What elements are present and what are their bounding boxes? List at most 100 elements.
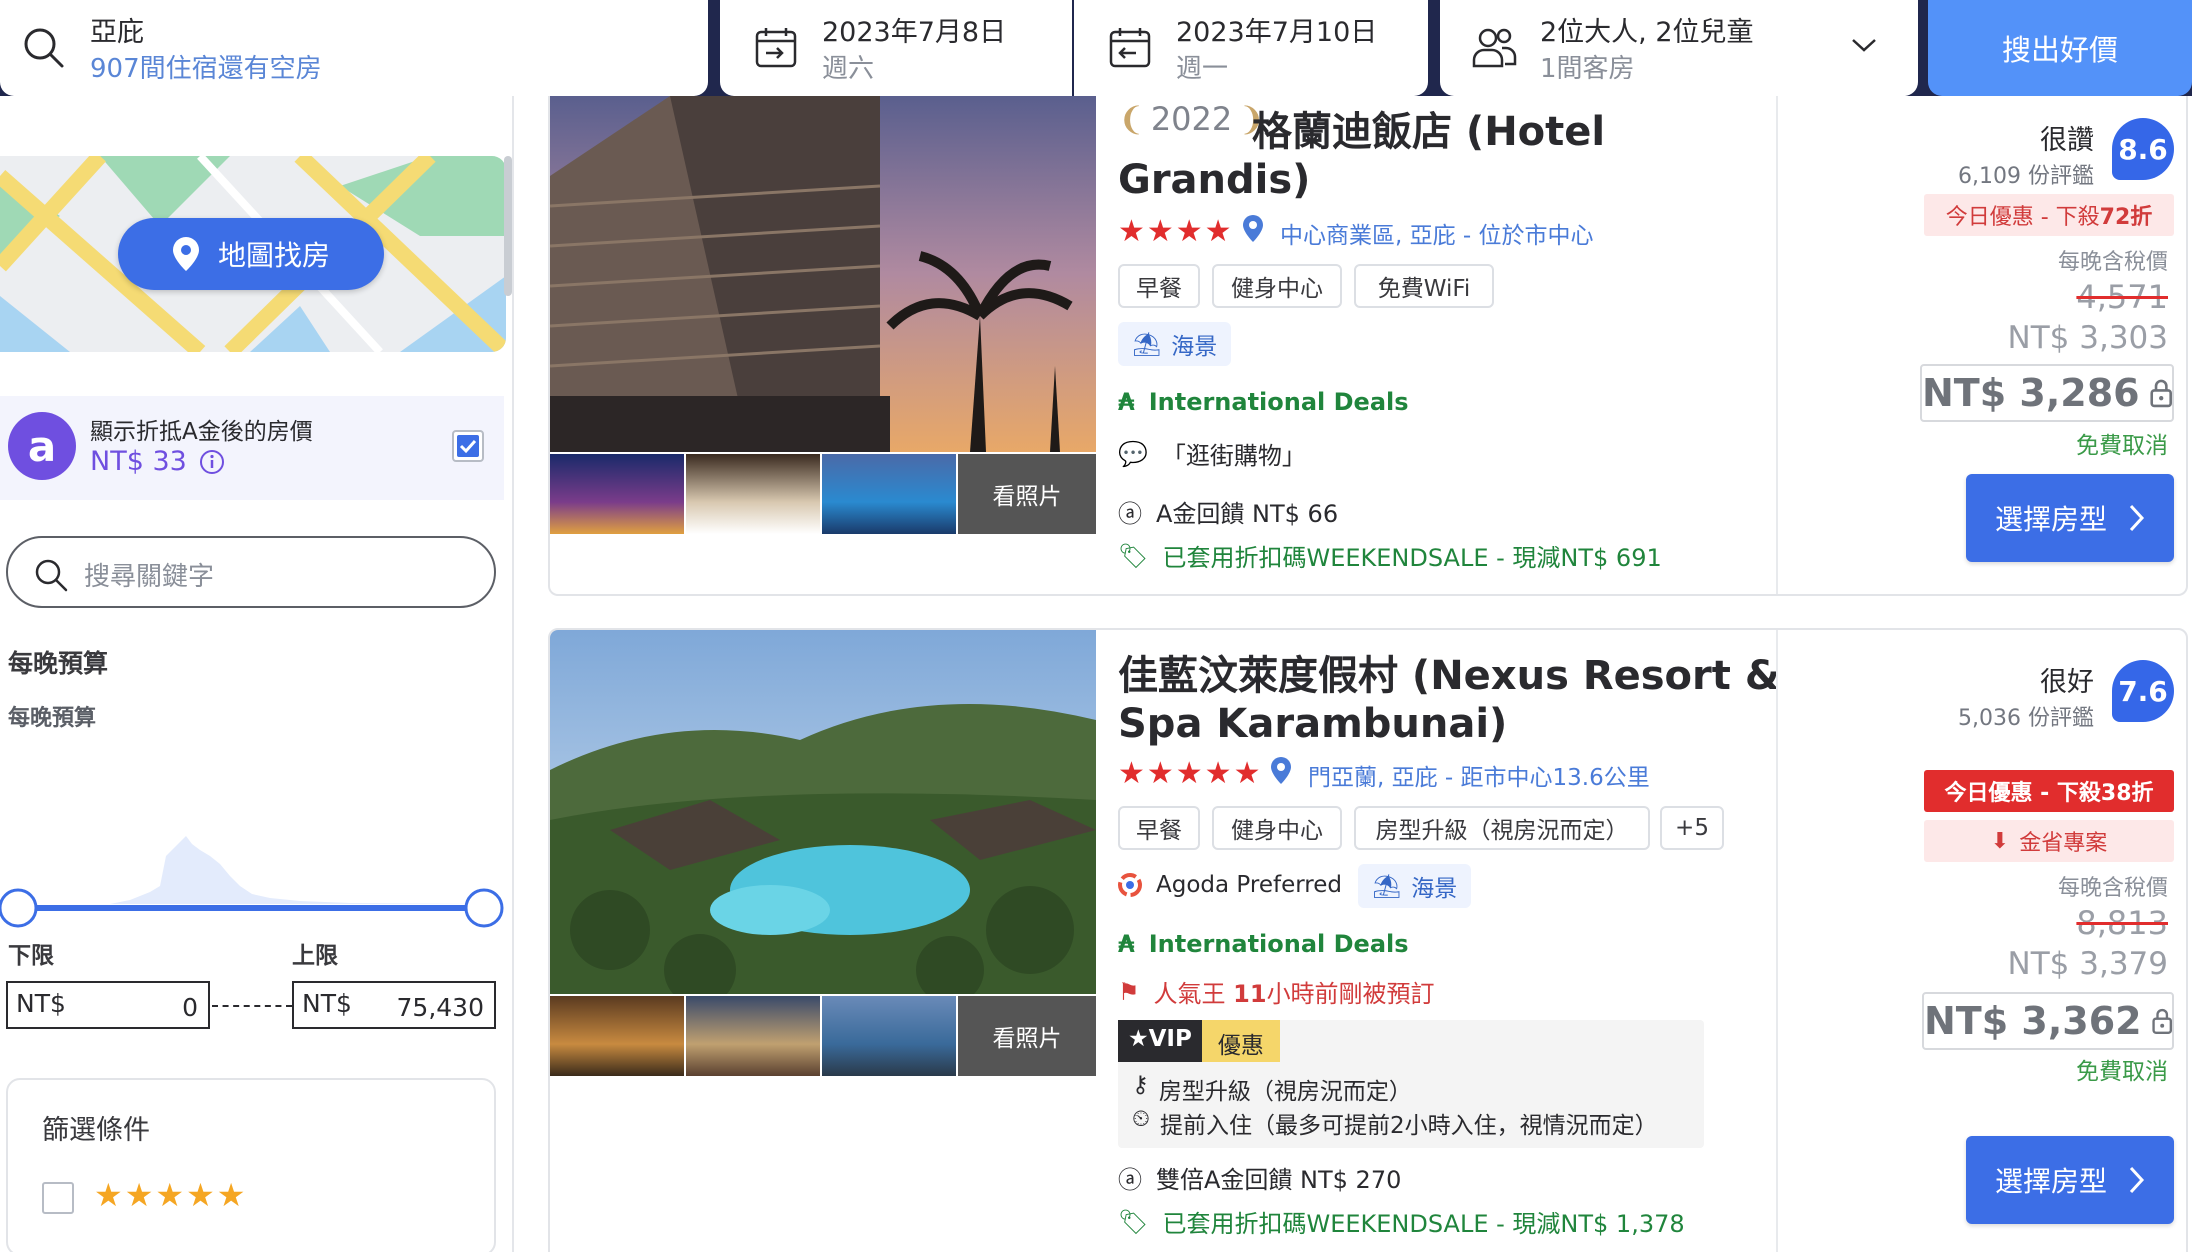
vip-perk2-text: 提前入住（最多可提前2小時入住，視情況而定） [1159, 1113, 1658, 1139]
coupon-tag-icon: 🏷 [1118, 1207, 1149, 1236]
budget-min-label: 下限 [8, 943, 54, 969]
destination-value: 亞庇 [90, 17, 144, 48]
deal-percent: 72折 [2099, 205, 2153, 230]
award-year: 2022 [1150, 100, 1233, 138]
vip-text: VIP [1148, 1026, 1192, 1052]
cashback-row: ⓐ 雙倍A金回饋 NT$ 270 [1118, 1160, 1401, 1195]
seaview-label: 海景 [1411, 876, 1458, 902]
search-icon [24, 28, 64, 68]
view-photos-button[interactable]: 看照片 [958, 454, 1096, 534]
coupon-text: 已套用折扣碼WEEKENDSALE - 現減NT$ 1,378 [1162, 1210, 1685, 1238]
star-rating: ★★★★★ [1118, 756, 1263, 791]
rating-word: 很讚 [2040, 125, 2094, 156]
destination-field[interactable]: 亞庇 907間住宿還有空房 [0, 0, 708, 96]
intl-deals-row: ₳ International Deals [1118, 388, 1409, 416]
hotel-location[interactable]: 門亞蘭, 亞庇 - 距市中心13.6公里 [1308, 758, 1650, 792]
vip-perk-1: ⚷ 房型升級（視房況而定） [1132, 1072, 1412, 1106]
popular-text: 人氣王 11小時前剛被預訂 [1154, 974, 1435, 1009]
seaview-badge: ⛱ 海景 [1358, 864, 1472, 908]
budget-subtitle: 每晚預算 [8, 706, 97, 731]
final-price-box: NT$ 3,286 [1920, 364, 2174, 422]
hotel-main-photo[interactable] [550, 96, 1096, 452]
info-icon[interactable] [199, 449, 225, 475]
hotel-thumb-1[interactable] [550, 996, 684, 1076]
down-arrow-icon: ⬇ [1990, 828, 2010, 854]
savings-label: 金省專案 [2019, 831, 2108, 856]
five-star-checkbox[interactable] [42, 1182, 74, 1214]
min-currency: NT$ [16, 989, 66, 1018]
hotel-name-line1[interactable]: 格蘭迪飯店 (Hotel [1252, 108, 1605, 156]
checkout-day: 週一 [1176, 54, 1229, 84]
hotel-name-line2[interactable]: Grandis) [1118, 156, 1310, 204]
keyword-search-input[interactable]: 搜尋關鍵字 [6, 536, 496, 608]
review-count[interactable]: 5,036 份評鑑 [1874, 700, 2094, 732]
hotel-thumb-3[interactable] [822, 454, 956, 534]
filter-sidebar: 地圖找房 a 顯示折抵A金後的房價 NT$ 33 搜尋關鍵字 每晚預算 每晚預算… [0, 96, 514, 1252]
calendar-checkin-icon [755, 28, 797, 68]
final-price: NT$ 3,286 [1922, 371, 2140, 415]
hotel-thumb-2[interactable] [686, 454, 820, 534]
hotel-card-grandis[interactable]: 看照片 ❨ 2022 ❩ 格蘭迪飯店 (Hotel Grandis) ★★★★ … [548, 96, 2188, 596]
hotel-main-photo[interactable] [550, 630, 1096, 994]
tag-breakfast: 早餐 [1118, 264, 1200, 308]
map-search-label: 地圖找房 [217, 239, 330, 272]
coupon-row: 🏷 已套用折扣碼WEEKENDSALE - 現減NT$ 691 [1118, 538, 1662, 573]
search-button[interactable]: 搜出好價 [1928, 0, 2192, 96]
tag-fitness: 健身中心 [1212, 806, 1342, 850]
map-search-button[interactable]: 地圖找房 [118, 218, 384, 290]
final-price: NT$ 3,362 [1924, 999, 2142, 1043]
tag-fitness: 健身中心 [1212, 264, 1342, 308]
filter-title: 篩選條件 [42, 1115, 150, 1146]
acash-toggle-row: a 顯示折抵A金後的房價 NT$ 33 [0, 396, 504, 500]
acash-checkbox[interactable] [452, 430, 484, 462]
hotel-card-nexus[interactable]: 看照片 佳藍汶萊度假村 (Nexus Resort & Spa Karambun… [548, 628, 2188, 1252]
vip-perk-2: ⏲ 提前入住（最多可提前2小時入住，視情況而定） [1132, 1106, 1658, 1140]
deal-badge: 今日優惠 - 下殺38折 [1924, 770, 2174, 812]
star-rating: ★★★★ [1118, 214, 1234, 249]
chevron-right-icon [2129, 1166, 2145, 1194]
budget-max-input[interactable]: NT$ 75,430 [292, 981, 496, 1029]
sidebar-scrollbar[interactable] [504, 156, 512, 296]
lock-icon [2150, 379, 2172, 408]
guests-field[interactable]: 2位大人, 2位兒童 1間客房 [1440, 0, 1918, 96]
hotel-thumb-1[interactable] [550, 454, 684, 534]
search-icon [35, 559, 68, 592]
hotel-location[interactable]: 中心商業區, 亞庇 - 位於市中心 [1280, 216, 1594, 250]
review-quote-row: 💬 「逛街購物」 [1118, 436, 1306, 471]
budget-min-input[interactable]: NT$ 0 [6, 981, 210, 1029]
beach-icon: ⛱ [1132, 331, 1162, 358]
budget-min-handle[interactable] [0, 888, 38, 928]
hotel-name-line2[interactable]: Spa Karambunai) [1118, 700, 1507, 748]
intl-deals-row: ₳ International Deals [1118, 930, 1409, 958]
checkin-field[interactable]: 2023年7月8日 週六 [720, 0, 1072, 96]
tag-wifi: 免費WiFi [1354, 264, 1494, 308]
agoda-preferred-label: Agoda Preferred [1156, 872, 1342, 898]
keyword-placeholder: 搜尋關鍵字 [84, 562, 215, 592]
hotel-thumb-3[interactable] [822, 996, 956, 1076]
per-night-label: 每晚含稅價 [2057, 250, 2168, 275]
view-photos-button[interactable]: 看照片 [958, 996, 1096, 1076]
rating-word: 很好 [2040, 667, 2094, 698]
price-column: 很好 5,036 份評鑑 7.6 今日優惠 - 下殺38折 ⬇ 金省專案 每晚含稅… [1776, 630, 2186, 1252]
review-count[interactable]: 6,109 份評鑑 [1874, 158, 2094, 190]
select-room-button[interactable]: 選擇房型 [1966, 1136, 2174, 1224]
review-score: 7.6 [2112, 660, 2174, 722]
coupon-text: 已套用折扣碼WEEKENDSALE - 現減NT$ 691 [1162, 544, 1662, 572]
budget-histogram-slider[interactable] [0, 736, 506, 936]
lock-icon [2151, 1008, 2172, 1034]
original-price: 8,813 [2076, 904, 2168, 942]
checkout-field[interactable]: 2023年7月10日 週一 [1074, 0, 1428, 96]
budget-max-label: 上限 [292, 943, 338, 969]
rooms-value: 1間客房 [1540, 54, 1635, 84]
acash-value: NT$ 33 [90, 446, 187, 477]
tag-more[interactable]: +5 [1660, 806, 1724, 850]
cashback-text: 雙倍A金回饋 NT$ 270 [1156, 1166, 1402, 1194]
budget-max-handle[interactable] [464, 888, 504, 928]
chat-bubble-icon: 💬 [1118, 439, 1148, 468]
select-room-button[interactable]: 選擇房型 [1966, 474, 2174, 562]
hotel-name-line1[interactable]: 佳藍汶萊度假村 (Nexus Resort & [1118, 652, 1780, 700]
hotel-thumb-2[interactable] [686, 996, 820, 1076]
location-pin-icon [1271, 757, 1291, 784]
vip-label: ★VIP [1118, 1020, 1202, 1062]
five-star-label: ★★★★★ [94, 1176, 248, 1214]
